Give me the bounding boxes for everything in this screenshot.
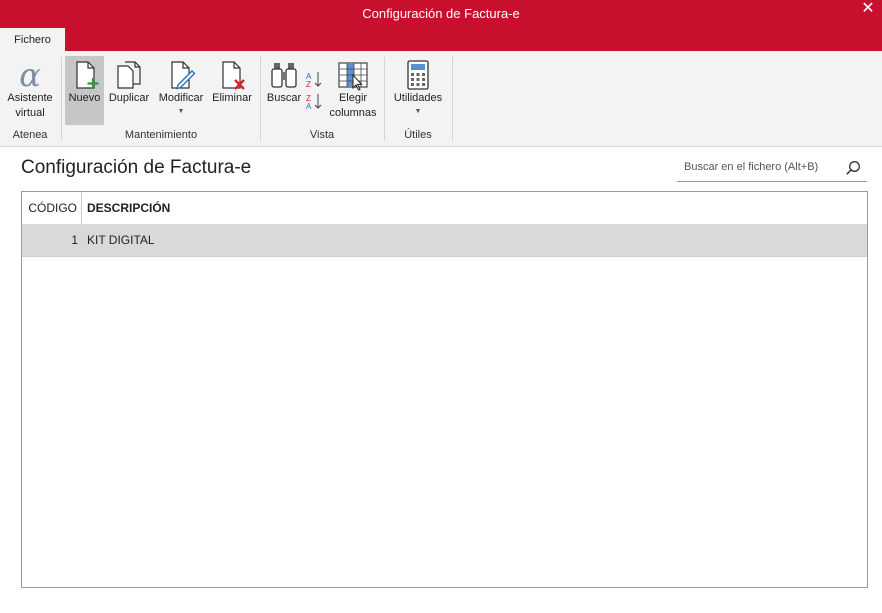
group-label-vista: Vista bbox=[309, 129, 335, 141]
sort-buttons[interactable]: A Z Z A bbox=[304, 69, 324, 113]
asistente-virtual-label: Asistente virtual bbox=[7, 92, 53, 119]
asistente-virtual-button[interactable]: α Asistente virtual bbox=[4, 59, 56, 121]
alpha-icon: α bbox=[19, 59, 41, 91]
delete-document-icon bbox=[222, 61, 245, 90]
elegir-columnas-button[interactable]: Elegir columnas bbox=[326, 59, 380, 121]
ribbon-divider bbox=[260, 57, 261, 141]
column-header-codigo[interactable]: CÓDIGO bbox=[22, 192, 81, 224]
close-icon[interactable]: ✕ bbox=[860, 1, 876, 17]
sort-az-icon: A Z Z A bbox=[306, 72, 322, 111]
buscar-button[interactable]: Buscar bbox=[264, 59, 304, 106]
window-title: Configuración de Factura-e bbox=[362, 6, 520, 21]
modificar-label: Modificar bbox=[158, 92, 204, 104]
edit-document-icon bbox=[171, 61, 196, 90]
group-label-atenea: Atenea bbox=[12, 129, 48, 141]
table-row[interactable]: 1 KIT DIGITAL bbox=[22, 224, 867, 257]
data-grid: CÓDIGO DESCRIPCIÓN 1 KIT DIGITAL bbox=[21, 191, 868, 588]
search-icon[interactable] bbox=[845, 160, 861, 176]
nuevo-label: Nuevo bbox=[68, 92, 101, 104]
svg-text:A: A bbox=[306, 102, 312, 111]
cell-descripcion: KIT DIGITAL bbox=[87, 233, 155, 247]
new-document-icon bbox=[75, 61, 98, 89]
utilidades-label: Utilidades bbox=[393, 92, 443, 104]
eliminar-button[interactable]: Eliminar bbox=[210, 59, 254, 106]
ribbon-divider bbox=[452, 57, 453, 141]
title-bar: Configuración de Factura-e ✕ Fichero bbox=[0, 0, 882, 51]
chevron-down-icon: ▼ bbox=[414, 108, 422, 115]
nuevo-button[interactable]: Nuevo bbox=[65, 56, 104, 125]
duplicar-button[interactable]: Duplicar bbox=[106, 59, 152, 106]
page-title: Configuración de Factura-e bbox=[21, 157, 252, 178]
group-label-utiles: Útiles bbox=[404, 129, 432, 141]
search-input[interactable] bbox=[682, 160, 836, 174]
eliminar-label: Eliminar bbox=[212, 92, 252, 104]
column-header-descripcion[interactable]: DESCRIPCIÓN bbox=[87, 192, 170, 224]
column-divider[interactable] bbox=[81, 192, 82, 224]
chevron-down-icon: ▼ bbox=[177, 108, 185, 115]
elegir-columnas-label: Elegir columnas bbox=[329, 92, 377, 119]
group-label-mantenimiento: Mantenimiento bbox=[124, 129, 198, 141]
ribbon-divider bbox=[384, 57, 385, 141]
duplicate-icon bbox=[117, 61, 141, 89]
ribbon-divider bbox=[61, 57, 62, 141]
svg-text:α: α bbox=[19, 59, 41, 91]
choose-columns-icon bbox=[338, 62, 368, 91]
utilidades-button[interactable]: Utilidades ▼ bbox=[389, 59, 447, 115]
ribbon: α Asistente virtual Atenea Nuevo Duplica… bbox=[0, 51, 882, 147]
svg-text:Z: Z bbox=[306, 80, 311, 89]
calculator-icon bbox=[407, 60, 429, 90]
binoculars-icon bbox=[271, 63, 297, 88]
tab-fichero[interactable]: Fichero bbox=[0, 28, 65, 51]
search-box bbox=[677, 157, 867, 182]
duplicar-label: Duplicar bbox=[108, 92, 150, 104]
buscar-label: Buscar bbox=[266, 92, 302, 104]
column-header-codigo-label: CÓDIGO bbox=[28, 201, 77, 215]
cell-codigo: 1 bbox=[71, 233, 78, 247]
modificar-button[interactable]: Modificar ▼ bbox=[155, 59, 207, 115]
table-header: CÓDIGO DESCRIPCIÓN bbox=[22, 192, 867, 225]
